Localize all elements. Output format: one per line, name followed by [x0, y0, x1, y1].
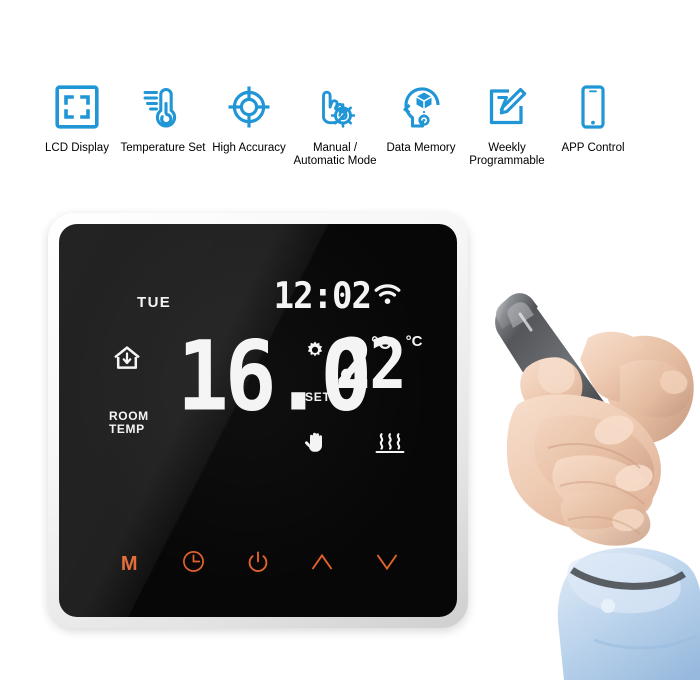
feature-temperature-set: Temperature Set	[120, 78, 206, 155]
wifi-icon	[374, 282, 401, 311]
feature-label: Temperature Set	[120, 142, 206, 154]
hand-gear-icon	[310, 78, 360, 136]
chevron-down-icon	[374, 552, 400, 577]
gear-icon	[305, 340, 325, 365]
lcd-set-temp-unit: °C	[405, 333, 423, 350]
feature-label: Weekly Programmable	[469, 142, 545, 167]
feature-label: High Accuracy	[212, 142, 286, 154]
feature-app-control: APP Control	[550, 78, 636, 155]
lcd-set-reading: 22 °C	[335, 329, 423, 398]
lcd-set-temperature-group: SET 22 °C	[305, 329, 455, 460]
hand-photo	[506, 331, 694, 546]
hand-manual-icon	[305, 430, 326, 458]
feature-lcd-display: LCD Display	[34, 78, 120, 155]
lcd-room-temp-label: ROOM TEMP	[109, 409, 149, 436]
lcd-set-temp-value: 22	[335, 323, 407, 406]
feature-label: Manual / Automatic Mode	[293, 142, 377, 167]
power-button[interactable]	[236, 544, 280, 584]
feature-weekly-programmable: Weekly Programmable	[464, 78, 550, 168]
lcd-display-icon	[54, 78, 100, 136]
clock-icon	[182, 550, 205, 578]
house-indoor-temp-icon	[112, 344, 142, 377]
shirt-cuff	[557, 547, 700, 680]
lcd-time: 12:02	[273, 274, 372, 318]
lcd-day-of-week: TUE	[137, 294, 172, 311]
chevron-up-icon	[309, 552, 335, 577]
mode-button[interactable]: M	[107, 544, 151, 584]
feature-label: LCD Display	[45, 142, 109, 154]
letter-m-icon: M	[120, 552, 138, 575]
thermometer-icon	[140, 78, 186, 136]
feature-high-accuracy: High Accuracy	[206, 78, 292, 155]
up-button[interactable]	[300, 544, 344, 584]
clock-button[interactable]	[172, 544, 216, 584]
lcd-set-label: SET	[305, 390, 331, 404]
feature-strip: LCD Display Temperature Set High Accurac…	[0, 78, 700, 188]
feature-label: Data Memory	[386, 142, 456, 154]
power-icon	[246, 550, 270, 579]
lcd-screen: TUE 12:02 ROOM TEMP 16.0 °C SET 22 °C	[59, 224, 457, 529]
feature-data-memory: Data Memory	[378, 78, 464, 155]
hand-holding-smartphone	[468, 280, 700, 680]
smartphone-icon	[570, 78, 616, 136]
head-memory-icon	[398, 78, 444, 136]
feature-label: APP Control	[561, 142, 625, 154]
lcd-clock-group: 12:02	[273, 274, 401, 318]
notepad-pencil-icon	[484, 78, 530, 136]
feature-manual-automatic-mode: Manual / Automatic Mode	[292, 78, 378, 168]
device-glass-panel: TUE 12:02 ROOM TEMP 16.0 °C SET 22 °C M	[59, 224, 457, 617]
touch-button-row: M	[59, 541, 457, 587]
thermostat-device: TUE 12:02 ROOM TEMP 16.0 °C SET 22 °C M	[48, 213, 468, 628]
crosshair-target-icon	[226, 78, 272, 136]
down-button[interactable]	[365, 544, 409, 584]
heating-waves-icon	[375, 432, 405, 459]
